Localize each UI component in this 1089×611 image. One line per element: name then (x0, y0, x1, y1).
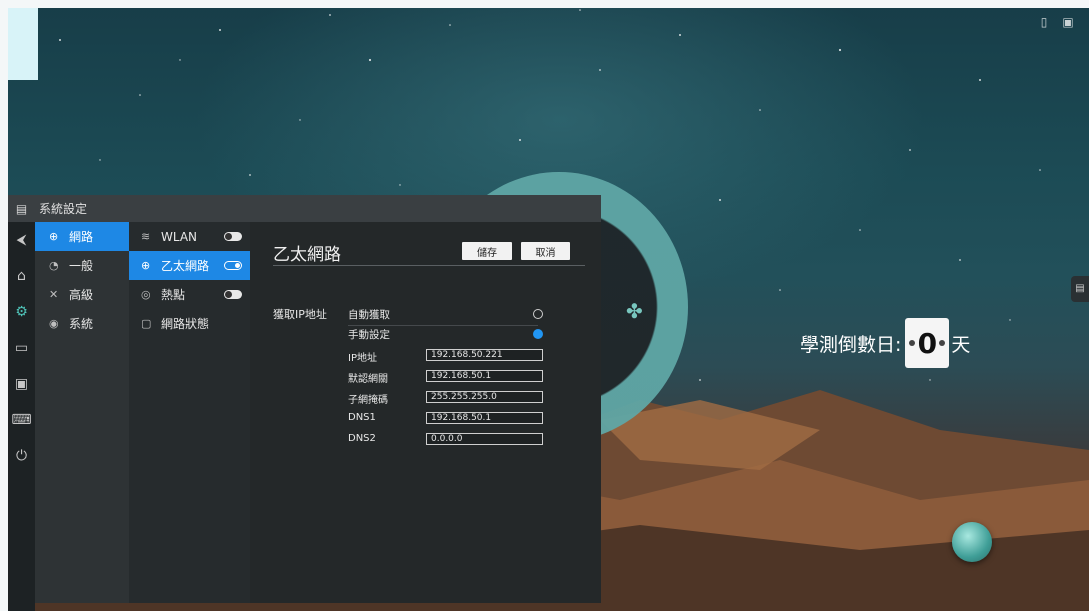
panel-title: 乙太網路 (273, 245, 341, 265)
monitor-icon[interactable]: ▣ (1061, 14, 1075, 30)
subnet-mask-input[interactable] (426, 391, 543, 403)
network-submenu: ≋ WLAN ⊕ 乙太網路 ◎ 熱點 ▢ 網路狀態 (129, 222, 250, 603)
countdown-digit: 0 (917, 326, 938, 360)
usb-icon[interactable]: ▯ (1037, 14, 1051, 30)
field-label-ip: IP地址 (348, 353, 377, 364)
card-hinge-left (909, 340, 916, 346)
mode-manual-row[interactable]: 手動設定 (348, 327, 548, 343)
submenu-wlan[interactable]: ≋ WLAN (129, 222, 250, 251)
category-general[interactable]: ◔ 一般 (35, 251, 129, 280)
category-label: 高級 (69, 288, 94, 302)
mode-label: 自動獲取 (348, 309, 390, 321)
gateway-input[interactable] (426, 370, 543, 382)
folder-icon[interactable]: ▭ (8, 330, 35, 366)
screen-border-top (0, 0, 1089, 8)
hotspot-toggle[interactable] (224, 290, 242, 299)
row-divider (348, 325, 538, 326)
ethernet-icon: ⊕ (141, 259, 151, 272)
settings-icon[interactable]: ⚙ (8, 294, 35, 330)
mode-label: 手動設定 (348, 329, 390, 341)
countdown-unit: 天 (951, 333, 971, 356)
category-system[interactable]: ◉ 系統 (35, 309, 129, 338)
screen-border-left (0, 0, 8, 611)
apps-grid-icon[interactable]: ✤ (626, 299, 643, 323)
palette-icon: ◔ (49, 259, 59, 272)
left-dock: ☰ ⮜ ⌂ ⚙ ▭ ▣ ⌨ ⏻ (8, 195, 35, 611)
submenu-label: 熱點 (161, 288, 186, 302)
home-icon[interactable]: ⌂ (8, 258, 35, 294)
field-label-dns1: DNS1 (348, 412, 376, 423)
system-settings-window: ▤ 系統設定 ⊕ 網路 ◔ 一般 ✕ 高級 ◉ 系統 ≋ WLAN ⊕ 乙太網路 (8, 195, 601, 603)
field-label-dns2: DNS2 (348, 433, 376, 444)
submenu-label: WLAN (161, 229, 198, 244)
panel-icon: ▤ (1075, 283, 1085, 294)
hotspot-icon: ◎ (141, 288, 151, 301)
category-label: 網路 (69, 230, 94, 244)
category-advanced[interactable]: ✕ 高級 (35, 280, 129, 309)
category-label: 一般 (69, 259, 94, 273)
title-divider (273, 265, 585, 266)
submenu-ethernet[interactable]: ⊕ 乙太網路 (129, 251, 250, 280)
floating-assistive-ball[interactable] (952, 522, 992, 562)
countdown-digit-card: 0 (905, 318, 950, 368)
auto-radio[interactable] (533, 309, 543, 319)
save-button[interactable]: 儲存 (462, 242, 512, 260)
ethernet-panel: 乙太網路 儲存 取消 獲取IP地址 自動獲取 手動設定 IP地址 默認網關 子網… (250, 222, 601, 603)
dns2-input[interactable] (426, 433, 543, 445)
mode-auto-row[interactable]: 自動獲取 (348, 307, 548, 326)
cancel-button[interactable]: 取消 (521, 242, 570, 260)
window-icon: ▤ (15, 201, 28, 216)
system-tray: ▯ ▣ (1037, 14, 1075, 30)
ip-address-input[interactable] (426, 349, 543, 361)
manual-radio[interactable] (533, 329, 543, 339)
keyboard-icon[interactable]: ⌨ (8, 402, 35, 438)
wlan-toggle[interactable] (224, 232, 242, 241)
wifi-icon: ≋ (141, 230, 151, 243)
window-title: 系統設定 (39, 202, 88, 216)
field-label-subnet: 子網掩碼 (348, 395, 388, 406)
dns1-input[interactable] (426, 412, 543, 424)
countdown-label: 學測倒數日: (800, 333, 902, 356)
category-label: 系統 (69, 317, 94, 331)
ethernet-toggle[interactable] (224, 261, 242, 270)
back-icon[interactable]: ⮜ (8, 222, 35, 258)
tools-icon: ✕ (49, 288, 59, 301)
submenu-hotspot[interactable]: ◎ 熱點 (129, 280, 250, 309)
edge-highlight (8, 8, 38, 80)
submenu-label: 乙太網路 (161, 259, 210, 273)
screen-icon[interactable]: ▣ (8, 366, 35, 402)
exam-countdown-widget: 學測倒數日: 0 天 (800, 318, 970, 368)
submenu-label: 網路狀態 (161, 317, 210, 331)
network-status-icon: ▢ (141, 317, 152, 330)
globe-icon: ⊕ (49, 230, 59, 243)
submenu-network-status[interactable]: ▢ 網路狀態 (129, 309, 250, 338)
power-icon[interactable]: ⏻ (8, 438, 35, 474)
window-titlebar[interactable]: ▤ 系統設定 (8, 195, 601, 222)
ip-acquire-label: 獲取IP地址 (273, 308, 327, 321)
card-hinge-right (939, 340, 946, 346)
field-label-gateway: 默認網關 (348, 374, 388, 385)
category-list: ⊕ 網路 ◔ 一般 ✕ 高級 ◉ 系統 (35, 222, 129, 603)
category-network[interactable]: ⊕ 網路 (35, 222, 129, 251)
system-icon: ◉ (49, 317, 59, 330)
side-panel-tab[interactable]: ▤ (1071, 276, 1089, 302)
